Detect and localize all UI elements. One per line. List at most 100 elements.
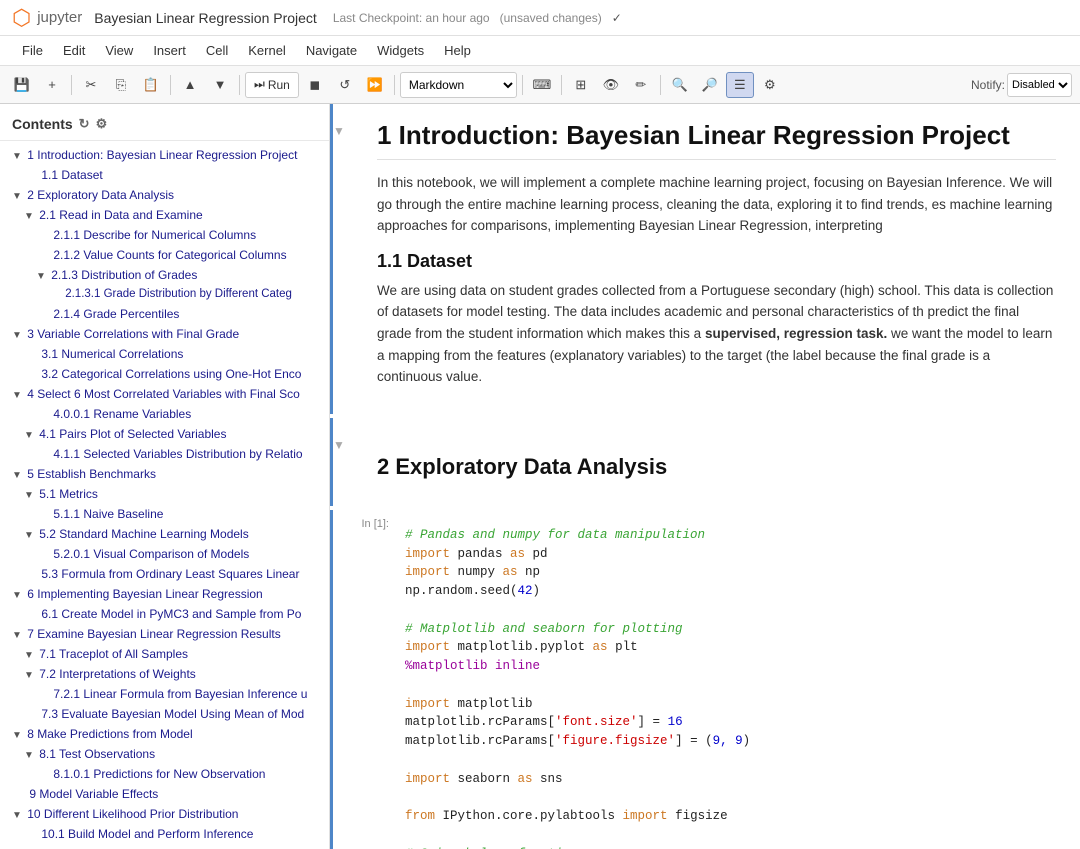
toc-toggle-17[interactable]: ▼: [24, 490, 34, 501]
toolbar: 💾 + ✂ ⎘ 📋 ▲ ▼ ⏭ Run ◼ ↺ ⏩ Markdown Code …: [0, 66, 1080, 104]
toc-item-9[interactable]: ▼ 3 Variable Correlations with Final Gra…: [0, 324, 329, 344]
toc-item-21[interactable]: 5.3 Formula from Ordinary Least Squares …: [0, 564, 329, 584]
toolbar-eye-btn[interactable]: 👁: [597, 72, 625, 98]
toc-toggle-2[interactable]: ▼: [12, 191, 22, 202]
menu-edit[interactable]: Edit: [53, 41, 95, 60]
toolbar-toc-btn[interactable]: ☰: [726, 72, 754, 98]
toc-label-34: 10.1 Build Model and Perform Inference: [41, 827, 253, 841]
notebook-title[interactable]: Bayesian Linear Regression Project: [94, 10, 317, 26]
menu-widgets[interactable]: Widgets: [367, 41, 434, 60]
toc-label-13: 4.0.0.1 Rename Variables: [53, 407, 191, 421]
notify-dropdown[interactable]: Disabled Enabled: [1007, 73, 1072, 97]
toc-item-11[interactable]: 3.2 Categorical Correlations using One-H…: [0, 364, 329, 384]
toc-item-5[interactable]: 2.1.2 Value Counts for Categorical Colum…: [0, 245, 329, 265]
toc-refresh-icon[interactable]: ↻: [79, 116, 90, 132]
toc-toggle-12[interactable]: ▼: [12, 390, 22, 401]
toc-item-2[interactable]: ▼ 2 Exploratory Data Analysis: [0, 185, 329, 205]
menu-cell[interactable]: Cell: [196, 41, 238, 60]
toc-toggle-0[interactable]: ▼: [12, 151, 22, 162]
cell-type-dropdown[interactable]: Markdown Code Raw NBConvert: [400, 72, 517, 98]
toc-toggle-3[interactable]: ▼: [24, 211, 34, 222]
menu-kernel[interactable]: Kernel: [238, 41, 296, 60]
toolbar-settings-btn[interactable]: ⚙: [756, 72, 784, 98]
toc-item-26[interactable]: ▼ 7.2 Interpretations of Weights: [0, 664, 329, 684]
toc-toggle-26[interactable]: ▼: [24, 670, 34, 681]
toolbar-save-btn[interactable]: 💾: [8, 72, 36, 98]
toolbar-keyboard-btn[interactable]: ⌨: [528, 72, 556, 98]
toc-item-4[interactable]: 2.1.1 Describe for Numerical Columns: [0, 225, 329, 245]
toc-item-24[interactable]: ▼ 7 Examine Bayesian Linear Regression R…: [0, 624, 329, 644]
toc-toggle-24[interactable]: ▼: [12, 630, 22, 641]
toc-item-6[interactable]: ▼ 2.1.3 Distribution of Grades: [0, 265, 329, 285]
toolbar-interrupt-btn[interactable]: ◼: [301, 72, 329, 98]
toc-toggle-33[interactable]: ▼: [12, 810, 22, 821]
toolbar-move-down-btn[interactable]: ▼: [206, 72, 234, 98]
toc-item-7[interactable]: 2.1.3.1 Grade Distribution by Different …: [0, 285, 329, 304]
toc-label-9: 3 Variable Correlations with Final Grade: [27, 327, 239, 341]
code-block[interactable]: # Pandas and numpy for data manipulation…: [393, 518, 1080, 849]
toolbar-zoom-out-btn[interactable]: 🔍: [666, 72, 694, 98]
toc-item-27[interactable]: 7.2.1 Linear Formula from Bayesian Infer…: [0, 684, 329, 704]
toc-item-8[interactable]: 2.1.4 Grade Percentiles: [0, 304, 329, 324]
toc-toggle-30[interactable]: ▼: [24, 750, 34, 761]
cell-arrow-s2[interactable]: ▼: [333, 418, 353, 506]
toc-item-14[interactable]: ▼ 4.1 Pairs Plot of Selected Variables: [0, 424, 329, 444]
toc-item-30[interactable]: ▼ 8.1 Test Observations: [0, 744, 329, 764]
toolbar-pencil-btn[interactable]: ✏: [627, 72, 655, 98]
toc-item-19[interactable]: ▼ 5.2 Standard Machine Learning Models: [0, 524, 329, 544]
toc-item-13[interactable]: 4.0.0.1 Rename Variables: [0, 404, 329, 424]
toolbar-move-up-btn[interactable]: ▲: [176, 72, 204, 98]
toc-label-11: 3.2 Categorical Correlations using One-H…: [41, 367, 301, 381]
toc-item-15[interactable]: 4.1.1 Selected Variables Distribution by…: [0, 444, 329, 464]
toc-item-3[interactable]: ▼ 2.1 Read in Data and Examine: [0, 205, 329, 225]
toc-item-35[interactable]: 10.2 Test the Model: [0, 844, 329, 849]
toc-item-33[interactable]: ▼ 10 Different Likelihood Prior Distribu…: [0, 804, 329, 824]
toolbar-table-btn[interactable]: ⊞: [567, 72, 595, 98]
toc-item-18[interactable]: 5.1.1 Naive Baseline: [0, 504, 329, 524]
toc-toggle-22[interactable]: ▼: [12, 590, 22, 601]
toc-item-12[interactable]: ▼ 4 Select 6 Most Correlated Variables w…: [0, 384, 329, 404]
toc-toggle-9[interactable]: ▼: [12, 330, 22, 341]
toolbar-add-cell-btn[interactable]: +: [38, 72, 66, 98]
toc-toggle-6[interactable]: ▼: [36, 271, 46, 282]
toc-toggle-29[interactable]: ▼: [12, 730, 22, 741]
toc-item-22[interactable]: ▼ 6 Implementing Bayesian Linear Regress…: [0, 584, 329, 604]
menu-file[interactable]: File: [12, 41, 53, 60]
toc-toggle-25[interactable]: ▼: [24, 650, 34, 661]
toc-item-20[interactable]: 5.2.0.1 Visual Comparison of Models: [0, 544, 329, 564]
toc-item-32[interactable]: 9 Model Variable Effects: [0, 784, 329, 804]
toolbar-run-btn[interactable]: ⏭ Run: [245, 72, 299, 98]
toc-item-31[interactable]: 8.1.0.1 Predictions for New Observation: [0, 764, 329, 784]
toc-item-10[interactable]: 3.1 Numerical Correlations: [0, 344, 329, 364]
toc-toggle-16[interactable]: ▼: [12, 470, 22, 481]
toc-item-16[interactable]: ▼ 5 Establish Benchmarks: [0, 464, 329, 484]
menu-help[interactable]: Help: [434, 41, 481, 60]
toolbar-zoom-in-btn[interactable]: 🔎: [696, 72, 724, 98]
toc-item-29[interactable]: ▼ 8 Make Predictions from Model: [0, 724, 329, 744]
toc-toggle-19[interactable]: ▼: [24, 530, 34, 541]
menu-view[interactable]: View: [95, 41, 143, 60]
cell-arrow-s1[interactable]: ▼: [333, 104, 353, 414]
toolbar-cut-btn[interactable]: ✂: [77, 72, 105, 98]
toc-item-23[interactable]: 6.1 Create Model in PyMC3 and Sample fro…: [0, 604, 329, 624]
toolbar-paste-btn[interactable]: 📋: [137, 72, 165, 98]
code-area[interactable]: # Pandas and numpy for data manipulation…: [393, 510, 1080, 849]
toc-item-1[interactable]: 1.1 Dataset: [0, 165, 329, 185]
toc-item-0[interactable]: ▼ 1 Introduction: Bayesian Linear Regres…: [0, 145, 329, 165]
toc-item-28[interactable]: 7.3 Evaluate Bayesian Model Using Mean o…: [0, 704, 329, 724]
toolbar-restart-btn[interactable]: ↺: [331, 72, 359, 98]
jupyter-logo-icon: ⬡: [12, 5, 31, 31]
toc-item-34[interactable]: 10.1 Build Model and Perform Inference: [0, 824, 329, 844]
toc-label-31: 8.1.0.1 Predictions for New Observation: [53, 767, 265, 781]
menu-insert[interactable]: Insert: [143, 41, 196, 60]
toc-item-25[interactable]: ▼ 7.1 Traceplot of All Samples: [0, 644, 329, 664]
toolbar-sep-3: [239, 75, 240, 95]
toolbar-copy-btn[interactable]: ⎘: [107, 72, 135, 98]
toc-item-17[interactable]: ▼ 5.1 Metrics: [0, 484, 329, 504]
menu-navigate[interactable]: Navigate: [296, 41, 367, 60]
toc-toggle-14[interactable]: ▼: [24, 430, 34, 441]
sidebar-title: Contents: [12, 116, 73, 132]
toolbar-restart-run-btn[interactable]: ⏩: [361, 72, 389, 98]
toc-label-14: 4.1 Pairs Plot of Selected Variables: [39, 427, 226, 441]
toc-settings-icon[interactable]: ⚙: [96, 116, 108, 132]
